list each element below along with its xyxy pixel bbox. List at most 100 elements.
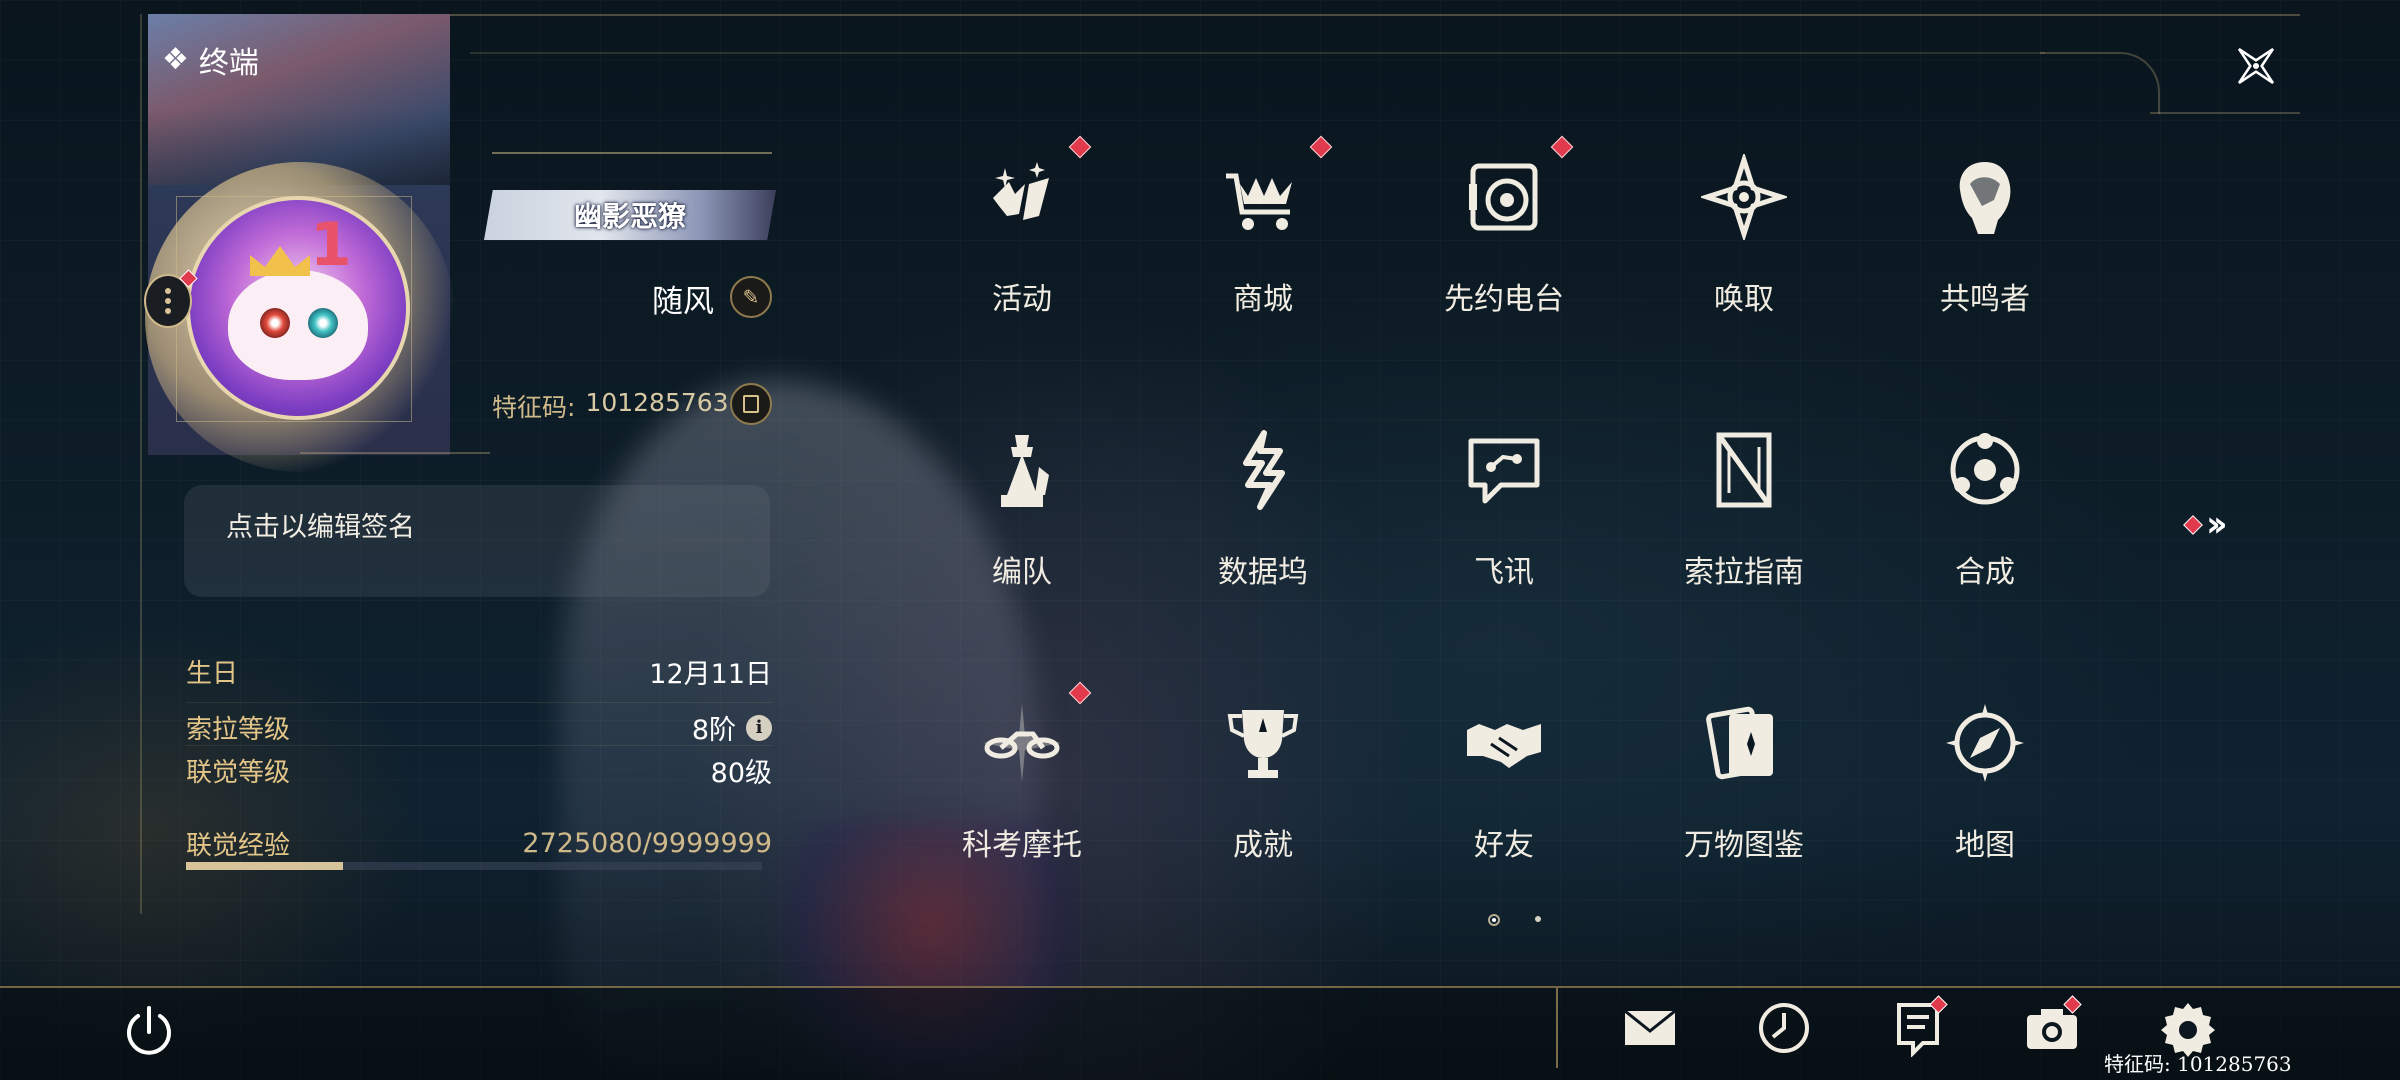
next-page-button[interactable]: ›› — [2183, 504, 2227, 545]
guidebook-icon — [1689, 415, 1799, 525]
menu-item-chat[interactable]: 飞讯 — [1414, 415, 1594, 615]
stat-row-union-exp: 联觉经验 2725080/9999999 — [186, 825, 772, 862]
double-chevron-right-icon: ›› — [2206, 504, 2227, 545]
menu-item-label: 成就 — [1233, 828, 1293, 863]
menu-item-label: 先约电台 — [1444, 282, 1564, 317]
exit-button[interactable] — [118, 1000, 180, 1062]
page-indicator-next — [1535, 916, 1541, 922]
synthesis-icon — [1930, 415, 2040, 525]
title-badge[interactable]: 幽影恶獠 — [484, 190, 776, 240]
handshake-icon — [1449, 688, 1559, 798]
terminal-header: ❖ 终端 — [162, 38, 259, 82]
menu-item-label: 活动 — [992, 282, 1052, 317]
convene-icon — [1689, 142, 1799, 252]
stat-label: 索拉等级 — [186, 715, 291, 745]
stat-row-sol-rank: 索拉等级 8阶 i — [186, 708, 772, 747]
copy-icon — [743, 395, 759, 413]
stat-label: 联觉等级 — [186, 758, 291, 788]
menu-item-trophy[interactable]: 成就 — [1173, 688, 1353, 888]
menu-item-label: 共鸣者 — [1940, 282, 2030, 317]
menu-item-compass[interactable]: 地图 — [1895, 688, 2075, 888]
frame-right-line — [2150, 112, 2300, 114]
name-divider — [492, 152, 772, 154]
menu-item-archive-card[interactable]: 万物图鉴 — [1654, 688, 1834, 888]
page-indicator-current — [1488, 914, 1500, 926]
frame-top-line — [148, 14, 2300, 16]
mail-icon — [1621, 999, 1679, 1061]
next-page-notification-dot — [2183, 514, 2203, 535]
frame-mid-line — [470, 52, 2045, 54]
signature-placeholder: 点击以编辑签名 — [226, 512, 415, 543]
archive-card-icon — [1689, 688, 1799, 798]
uid-label: 特征码: — [492, 393, 576, 422]
data-bank-icon — [1208, 415, 1318, 525]
uid-divider — [300, 452, 490, 454]
menu-item-radio[interactable]: 先约电台 — [1414, 135, 1594, 342]
exp-progress-fill — [186, 862, 343, 870]
menu-item-label: 合成 — [1955, 555, 2015, 590]
signature-field[interactable]: 点击以编辑签名 — [184, 485, 770, 597]
menu-grid: 活动 商城 先约电台 唤取 共鸣者编队 数据坞 飞讯 索拉指南 合成科考摩托 成就 好友 万物图鉴 地图 — [932, 135, 2152, 902]
player-name: 随风 — [652, 284, 714, 320]
stat-value: 12月11日 — [649, 659, 772, 690]
avatar[interactable]: 1 — [186, 196, 410, 420]
terminal-title: 终端 — [198, 46, 259, 81]
menu-item-synthesis[interactable]: 合成 — [1895, 415, 2075, 615]
chat-icon — [1449, 415, 1559, 525]
uid-watermark: 特征码: 101285763 — [2104, 1052, 2292, 1076]
menu-item-handshake[interactable]: 好友 — [1414, 688, 1594, 888]
info-icon[interactable]: i — [746, 714, 772, 741]
menu-item-team[interactable]: 编队 — [932, 415, 1112, 615]
edit-name-button[interactable]: ✎ — [730, 276, 772, 318]
exp-progress-bar — [186, 862, 762, 870]
resonator-icon — [1930, 142, 2040, 252]
bottom-bar-line — [0, 986, 2400, 988]
motorcycle-icon — [967, 688, 1077, 798]
mail-button[interactable] — [1618, 998, 1682, 1062]
close-button[interactable] — [2228, 38, 2284, 94]
menu-item-label: 商城 — [1233, 282, 1293, 317]
menu-item-guidebook[interactable]: 索拉指南 — [1654, 415, 1834, 615]
close-icon — [2237, 47, 2275, 85]
frame-left-line — [140, 14, 142, 914]
stat-label: 联觉经验 — [186, 831, 291, 861]
frame-right-curve — [2040, 52, 2160, 114]
stat-value: 80级 — [710, 758, 772, 789]
stat-row-birthday: 生日 12月11日 — [186, 652, 772, 691]
menu-item-resonator[interactable]: 共鸣者 — [1895, 142, 2075, 342]
terminal-diamond-icon: ❖ — [162, 42, 189, 77]
menu-item-motorcycle[interactable]: 科考摩托 — [932, 681, 1112, 888]
stat-value-wrap: 8阶 i — [692, 708, 772, 747]
menu-item-data-bank[interactable]: 数据坞 — [1173, 415, 1353, 615]
menu-item-label: 万物图鉴 — [1684, 828, 1804, 863]
uid-row: 特征码: 101285763 — [492, 388, 729, 424]
title-badge-text: 幽影恶獠 — [573, 200, 686, 233]
shop-icon — [1208, 142, 1318, 252]
clock-icon — [1755, 999, 1813, 1061]
menu-item-label: 地图 — [1955, 828, 2015, 863]
copy-uid-button[interactable] — [730, 383, 772, 425]
team-icon — [967, 415, 1077, 525]
stat-value: 8阶 — [691, 715, 736, 746]
menu-item-label: 索拉指南 — [1684, 555, 1804, 590]
stat-value: 2725080/9999999 — [522, 828, 772, 859]
pencil-icon: ✎ — [742, 285, 760, 309]
menu-item-shop[interactable]: 商城 — [1173, 135, 1353, 342]
clock-button[interactable] — [1752, 998, 1816, 1062]
menu-item-activity[interactable]: 活动 — [932, 135, 1112, 342]
uid-value: 101285763 — [585, 388, 729, 417]
menu-item-label: 好友 — [1474, 828, 1534, 863]
menu-item-label: 飞讯 — [1474, 555, 1534, 590]
stat-divider — [186, 745, 772, 746]
menu-item-convene[interactable]: 唤取 — [1654, 142, 1834, 342]
menu-item-label: 编队 — [992, 555, 1052, 590]
bottom-bar-separator — [1556, 988, 1558, 1068]
stat-row-union-level: 联觉等级 80级 — [186, 751, 772, 790]
stat-divider — [186, 702, 772, 703]
radio-icon — [1449, 142, 1559, 252]
activity-icon — [967, 142, 1077, 252]
trophy-icon — [1208, 688, 1318, 798]
menu-item-label: 科考摩托 — [962, 828, 1082, 863]
power-icon — [127, 1006, 171, 1055]
compass-icon — [1930, 688, 2040, 798]
